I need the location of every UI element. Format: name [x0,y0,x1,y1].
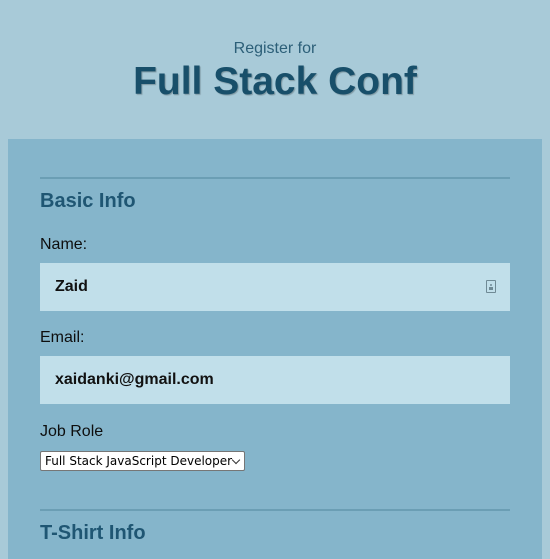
tshirt-info-divider [40,509,510,511]
name-label: Name: [40,236,88,253]
basic-info-divider [40,177,510,179]
chevron-down-icon [231,455,241,465]
name-input[interactable]: Zaid [40,263,510,311]
job-role-selected-value: Full Stack JavaScript Developer [45,454,233,468]
conference-title: Full Stack Conf [133,60,417,103]
email-value: xaidanki@gmail.com [55,371,214,388]
email-input[interactable]: xaidanki@gmail.com [40,356,510,404]
job-role-select[interactable]: Full Stack JavaScript Developer [40,451,245,471]
email-label: Email: [40,329,85,346]
name-value: Zaid [55,278,88,295]
contact-card-icon[interactable] [486,280,496,293]
job-role-label: Job Role [40,423,104,440]
tshirt-info-heading: T-Shirt Info [40,522,146,544]
registration-form: Basic Info Name: Zaid Email: xaidanki@gm… [8,139,542,559]
register-for-subtitle: Register for [233,40,317,57]
page-header: Register for Full Stack Conf [0,0,550,140]
basic-info-heading: Basic Info [40,190,136,212]
